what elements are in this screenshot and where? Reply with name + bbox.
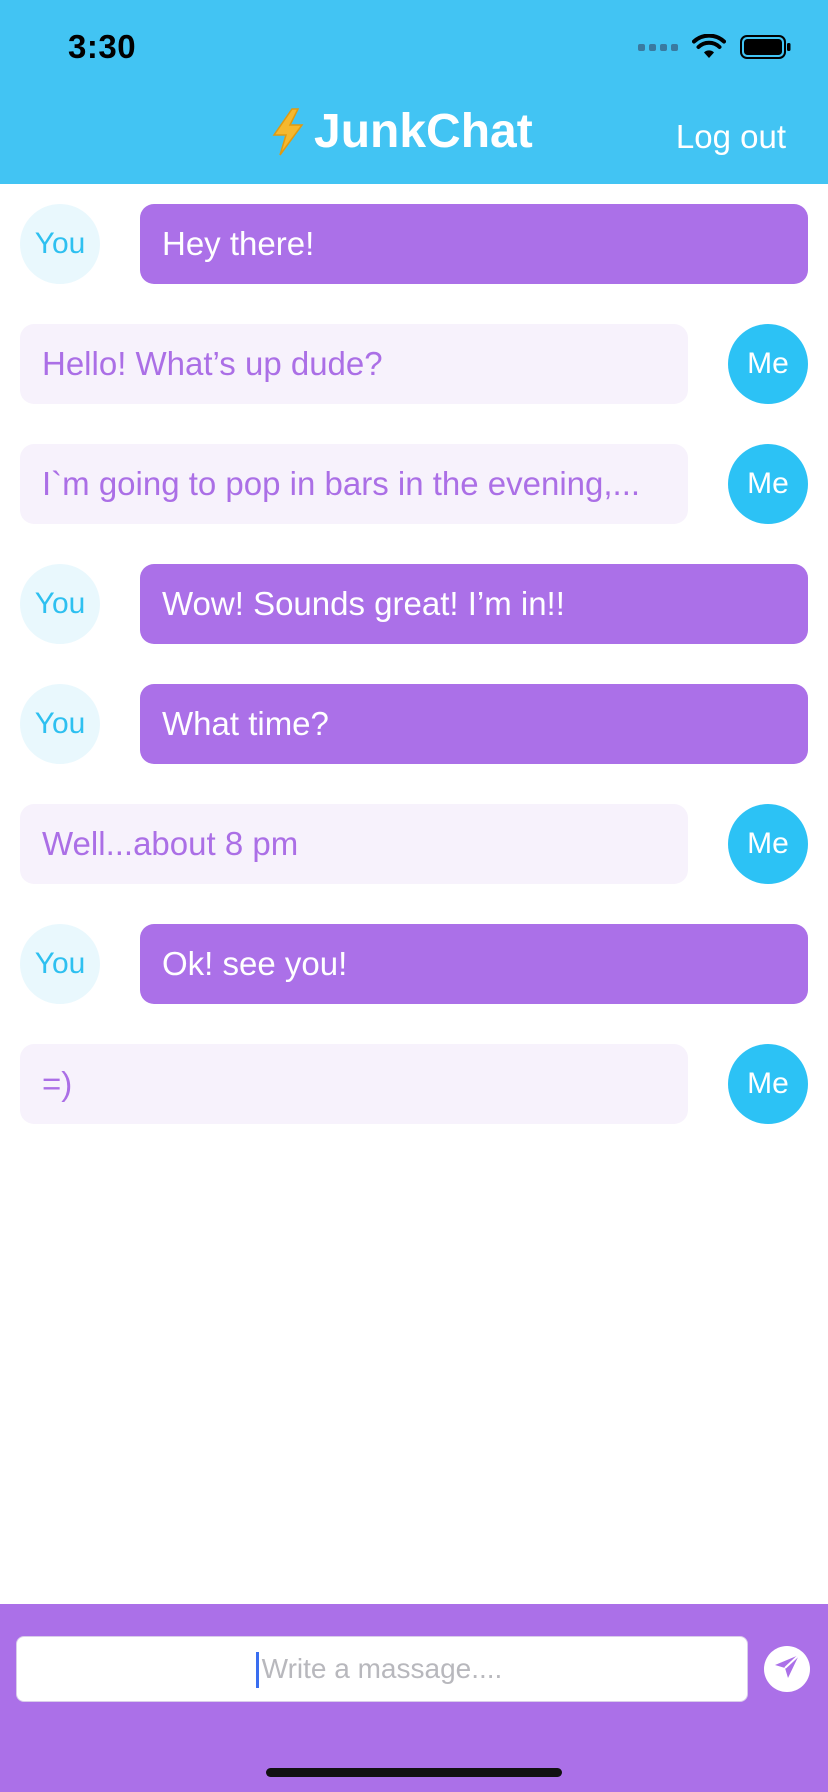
header-bar: 3:30 JunkChat Log out: [0, 0, 828, 184]
avatar-me: Me: [728, 324, 808, 404]
status-time: 3:30: [68, 28, 137, 65]
avatar-you: You: [20, 564, 100, 644]
message-row: Ok! see you! You: [0, 924, 828, 1004]
battery-icon: [740, 35, 792, 59]
app-title-text: JunkChat: [314, 105, 533, 158]
message-bubble-me: Hello! What’s up dude?: [20, 324, 688, 404]
message-bubble-me: Well...about 8 pm: [20, 804, 688, 884]
message-bubble-you: Hey there!: [140, 204, 808, 284]
status-icons: [638, 34, 792, 60]
cellular-signal-icon: [638, 43, 678, 51]
message-row: What time? You: [0, 684, 828, 764]
avatar-you: You: [20, 924, 100, 1004]
avatar-me: Me: [728, 1044, 808, 1124]
app-title: JunkChat: [268, 104, 533, 159]
message-row: Hey there! You: [0, 204, 828, 284]
message-input[interactable]: [16, 1636, 748, 1702]
avatar-you: You: [20, 204, 100, 284]
avatar-you: You: [20, 684, 100, 764]
wifi-icon: [692, 34, 726, 60]
avatar-me: Me: [728, 804, 808, 884]
message-row: I`m going to pop in bars in the evening,…: [0, 444, 828, 524]
message-row: Hello! What’s up dude? Me: [0, 324, 828, 404]
message-bubble-you: What time?: [140, 684, 808, 764]
paper-plane-icon: [772, 1652, 802, 1687]
lightning-bolt-icon: [268, 107, 308, 157]
message-bubble-me: =): [20, 1044, 688, 1124]
composer-bar: [0, 1604, 828, 1792]
avatar-me: Me: [728, 444, 808, 524]
message-bubble-you: Wow! Sounds great! I’m in!!: [140, 564, 808, 644]
message-row: Wow! Sounds great! I’m in!! You: [0, 564, 828, 644]
logout-button[interactable]: Log out: [676, 118, 786, 156]
message-row: =) Me: [0, 1044, 828, 1124]
home-indicator: [266, 1768, 562, 1777]
send-button[interactable]: [764, 1646, 810, 1692]
message-bubble-you: Ok! see you!: [140, 924, 808, 1004]
message-row: Well...about 8 pm Me: [0, 804, 828, 884]
text-cursor: [256, 1652, 259, 1688]
chat-screen: 3:30 JunkChat Log out Hey there! You Hel…: [0, 0, 828, 1792]
message-bubble-me: I`m going to pop in bars in the evening,…: [20, 444, 688, 524]
